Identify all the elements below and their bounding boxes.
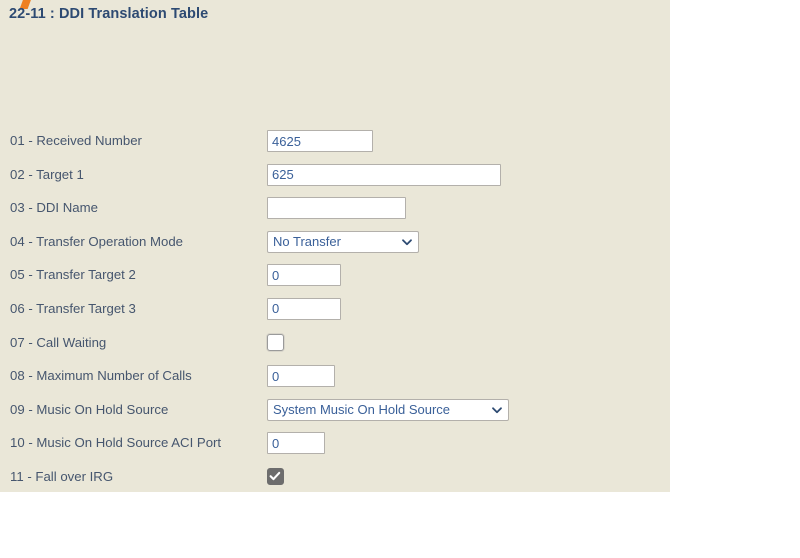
control-slot xyxy=(267,297,341,320)
received-number-input[interactable] xyxy=(267,130,373,152)
ddi-settings-form: 01 - Received Number 02 - Target 1 03 - DD… xyxy=(0,130,670,500)
form-row: 01 - Received Number xyxy=(0,130,670,164)
page-title: 22-11 : DDI Translation Table xyxy=(9,6,209,22)
row-label: 01 - Received Number xyxy=(10,133,142,148)
row-label: 04 - Transfer Operation Mode xyxy=(10,233,183,249)
control-slot: No Transfer xyxy=(267,230,419,253)
row-label: 05 - Transfer Target 2 xyxy=(10,267,136,283)
form-row: 07 - Call Waiting xyxy=(0,332,670,366)
transfer-operation-mode-select[interactable]: No Transfer xyxy=(267,230,419,253)
control-slot xyxy=(267,197,406,220)
target-1-input[interactable] xyxy=(267,163,501,186)
music-on-hold-source-aci-port-input[interactable] xyxy=(267,432,325,455)
maximum-number-of-calls-input[interactable] xyxy=(267,365,335,388)
form-row: 02 - Target 1 xyxy=(0,163,670,198)
music-on-hold-source-select[interactable]: System Music On Hold Source xyxy=(267,398,509,421)
form-row: 08 - Maximum Number of Calls xyxy=(0,365,670,399)
call-waiting-checkbox[interactable] xyxy=(267,333,284,351)
select-value: No Transfer xyxy=(273,234,341,250)
control-slot xyxy=(267,432,325,455)
transfer-target-2-input[interactable] xyxy=(267,264,341,287)
row-label: 03 - DDI Name xyxy=(10,200,98,216)
row-label: 09 - Music On Hold Source xyxy=(10,401,169,417)
form-row: 09 - Music On Hold Source System Music On… xyxy=(0,398,670,433)
row-label: 02 - Target 1 xyxy=(10,166,84,182)
control-slot xyxy=(267,332,284,351)
form-row: 11 - Fall over IRG xyxy=(0,466,670,500)
form-row: 10 - Music On Hold Source ACI Port xyxy=(0,432,670,466)
control-slot xyxy=(267,466,284,485)
settings-panel: 22-11 : DDI Translation Table 01 - Recei… xyxy=(0,0,670,492)
form-row: 04 - Transfer Operation Mode No Transfer xyxy=(0,230,670,265)
control-slot xyxy=(267,365,335,388)
check-icon xyxy=(268,469,283,483)
control-slot: System Music On Hold Source xyxy=(267,398,509,421)
row-label: 11 - Fall over IRG xyxy=(10,468,114,484)
form-row: 06 - Transfer Target 3 xyxy=(0,297,670,332)
row-label: 08 - Maximum Number of Calls xyxy=(10,368,192,384)
form-row: 03 - DDI Name xyxy=(0,197,670,231)
form-row: 05 - Transfer Target 2 xyxy=(0,264,670,298)
select-value: System Music On Hold Source xyxy=(273,402,451,418)
ddi-name-input[interactable] xyxy=(267,197,406,220)
chevron-down-icon xyxy=(397,236,413,248)
control-slot xyxy=(267,163,501,186)
row-label: 10 - Music On Hold Source ACI Port xyxy=(10,435,222,451)
transfer-target-3-input[interactable] xyxy=(267,297,341,320)
chevron-down-icon xyxy=(487,404,503,416)
control-slot xyxy=(267,130,373,152)
fall-over-irg-checkbox[interactable] xyxy=(267,467,284,485)
row-label: 07 - Call Waiting xyxy=(10,334,107,350)
row-label: 06 - Transfer Target 3 xyxy=(10,300,136,316)
control-slot xyxy=(267,264,341,287)
